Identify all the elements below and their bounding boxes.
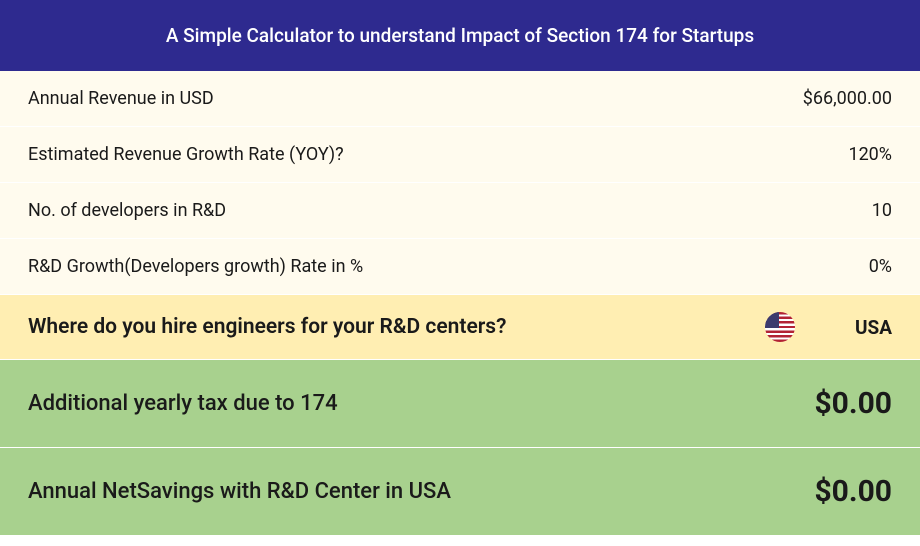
calculator-container: A Simple Calculator to understand Impact…	[0, 0, 920, 536]
developers-label: No. of developers in R&D	[28, 200, 226, 221]
growth-rate-value[interactable]: 120%	[848, 144, 892, 165]
row-annual-revenue: Annual Revenue in USD $66,000.00	[0, 71, 920, 127]
location-value-group: USA	[765, 312, 892, 342]
row-additional-tax: Additional yearly tax due to 174 $0.00	[0, 360, 920, 448]
annual-revenue-value[interactable]: $66,000.00	[803, 88, 892, 109]
additional-tax-label: Additional yearly tax due to 174	[28, 391, 338, 416]
net-savings-label: Annual NetSavings with R&D Center in USA	[28, 479, 451, 504]
rd-growth-label: R&D Growth(Developers growth) Rate in %	[28, 256, 363, 277]
usa-flag-icon	[765, 312, 795, 342]
net-savings-value: $0.00	[814, 474, 892, 509]
location-label: Where do you hire engineers for your R&D…	[28, 315, 506, 339]
developers-value[interactable]: 10	[872, 200, 892, 221]
location-value[interactable]: USA	[855, 316, 892, 339]
calculator-header: A Simple Calculator to understand Impact…	[0, 0, 920, 71]
rd-growth-value[interactable]: 0%	[869, 256, 892, 277]
row-rd-growth: R&D Growth(Developers growth) Rate in % …	[0, 239, 920, 295]
row-net-savings: Annual NetSavings with R&D Center in USA…	[0, 448, 920, 536]
row-location: Where do you hire engineers for your R&D…	[0, 295, 920, 360]
row-growth-rate: Estimated Revenue Growth Rate (YOY)? 120…	[0, 127, 920, 183]
additional-tax-value: $0.00	[814, 386, 892, 421]
growth-rate-label: Estimated Revenue Growth Rate (YOY)?	[28, 144, 344, 165]
row-developers: No. of developers in R&D 10	[0, 183, 920, 239]
header-title: A Simple Calculator to understand Impact…	[166, 24, 754, 47]
annual-revenue-label: Annual Revenue in USD	[28, 88, 214, 109]
